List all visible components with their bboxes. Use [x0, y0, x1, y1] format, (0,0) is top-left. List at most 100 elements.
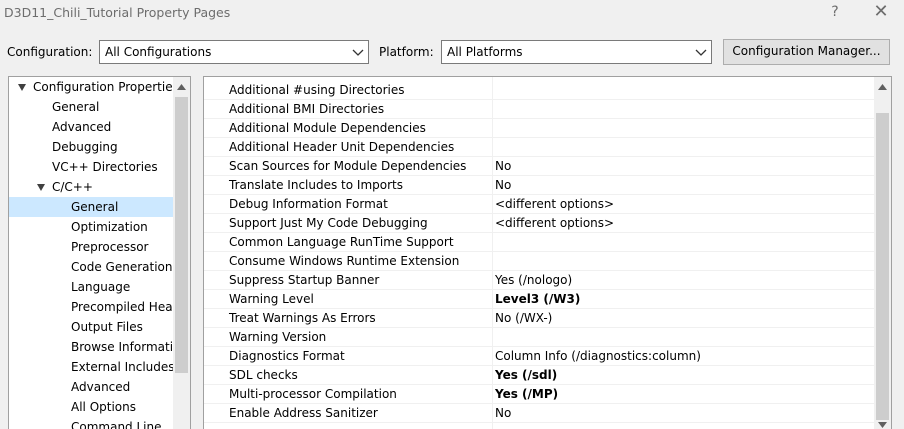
tree-scroll-thumb[interactable] — [175, 97, 188, 373]
property-row[interactable]: Additional BMI Directories — [204, 100, 876, 119]
tree-item-label: Configuration Properties — [33, 80, 175, 94]
property-name: Scan Sources for Module Dependencies — [229, 159, 467, 173]
property-value[interactable]: <different options> — [495, 197, 614, 211]
property-name: Translate Includes to Imports — [229, 178, 403, 192]
expand-arrow-icon[interactable] — [37, 184, 45, 191]
tree-item[interactable]: All Options — [9, 397, 175, 417]
tree-item[interactable]: Advanced — [9, 117, 175, 137]
tree-item-label: General — [52, 100, 100, 114]
property-row[interactable]: Suppress Startup Banner Yes (/nologo) — [204, 271, 876, 290]
property-name: Support Just My Code Debugging — [229, 216, 428, 230]
close-button[interactable]: ✕ — [866, 2, 896, 24]
property-name: Consume Windows Runtime Extension — [229, 254, 460, 268]
property-row[interactable]: Additional Header Unit Dependencies — [204, 138, 876, 157]
property-name: Additional Module Dependencies — [229, 121, 426, 135]
configuration-toolbar: Configuration: All Configurations Platfo… — [0, 38, 904, 66]
property-row[interactable]: Treat Warnings As Errors No (/WX-) — [204, 309, 876, 328]
platform-dropdown[interactable]: All Platforms — [441, 40, 712, 64]
tree-item[interactable]: Optimization — [9, 217, 175, 237]
expand-arrow-icon[interactable] — [18, 84, 26, 91]
tree-item[interactable]: Advanced — [9, 377, 175, 397]
tree-item[interactable]: General — [9, 97, 175, 117]
property-row[interactable]: Scan Sources for Module Dependencies No — [204, 157, 876, 176]
property-value[interactable]: No — [495, 159, 511, 173]
platform-label: Platform: — [379, 45, 434, 59]
property-row[interactable]: Warning Level Level3 (/W3) — [204, 290, 876, 309]
property-tree: Configuration Properties General Advanced D… — [8, 76, 191, 429]
tree-item-label: Code Generation — [71, 260, 173, 274]
property-row[interactable]: Enable Address Sanitizer No — [204, 404, 876, 423]
property-name: Warning Level — [229, 292, 314, 306]
scroll-up-icon[interactable] — [878, 84, 887, 90]
tree-item[interactable]: Preprocessor — [9, 237, 175, 257]
tree-item[interactable]: C/C++ — [9, 177, 175, 197]
tree-item[interactable]: External Includes — [9, 357, 175, 377]
tree-item-label: General — [71, 200, 119, 214]
chevron-down-icon — [695, 49, 707, 56]
property-name: Multi-processor Compilation — [229, 387, 397, 401]
tree-item[interactable]: Output Files — [9, 317, 175, 337]
property-name: Enable Address Sanitizer — [229, 406, 378, 420]
tree-item-label: Advanced — [52, 120, 112, 134]
platform-value: All Platforms — [447, 45, 523, 59]
property-value[interactable]: Column Info (/diagnostics:column) — [495, 349, 701, 363]
property-value[interactable]: No — [495, 178, 511, 192]
chevron-down-icon — [352, 49, 364, 56]
property-name: Suppress Startup Banner — [229, 273, 380, 287]
property-name: Common Language RunTime Support — [229, 235, 454, 249]
tree-item-label: Language — [71, 280, 131, 294]
property-value[interactable]: Level3 (/W3) — [495, 292, 580, 306]
tree-item[interactable]: Browse Information — [9, 337, 175, 357]
property-row[interactable]: Debug Information Format <different optio… — [204, 195, 876, 214]
tree-item-label: Optimization — [71, 220, 148, 234]
property-name: Additional #using Directories — [229, 83, 405, 97]
configuration-label: Configuration: — [7, 45, 93, 59]
property-value[interactable]: Yes (/MP) — [495, 387, 558, 401]
help-button[interactable]: ? — [820, 2, 850, 24]
configuration-manager-button[interactable]: Configuration Manager... — [723, 39, 890, 65]
tree-item[interactable]: Configuration Properties — [9, 77, 175, 97]
property-name: Diagnostics Format — [229, 349, 345, 363]
tree-item-label: Browse Information — [71, 340, 175, 354]
property-row[interactable]: Additional #using Directories — [204, 81, 876, 100]
property-grid: Additional #using Directories Additional … — [203, 76, 892, 429]
property-value[interactable]: No (/WX-) — [495, 311, 552, 325]
scroll-down-icon[interactable] — [878, 422, 887, 428]
property-value[interactable]: Yes (/nologo) — [495, 273, 572, 287]
tree-item[interactable]: General — [9, 197, 175, 217]
tree-item[interactable]: VC++ Directories — [9, 157, 175, 177]
scroll-up-icon[interactable] — [177, 84, 186, 90]
configuration-dropdown[interactable]: All Configurations — [99, 40, 369, 64]
property-row[interactable]: Support Just My Code Debugging <different… — [204, 214, 876, 233]
tree-item[interactable]: Debugging — [9, 137, 175, 157]
property-row[interactable]: Common Language RunTime Support — [204, 233, 876, 252]
property-name: Debug Information Format — [229, 197, 388, 211]
tree-scrollbar[interactable] — [173, 77, 190, 429]
property-value[interactable]: <different options> — [495, 216, 614, 230]
window-title: D3D11_Chili_Tutorial Property Pages — [4, 5, 231, 20]
grid-scroll-thumb[interactable] — [876, 113, 889, 420]
property-value[interactable]: No — [495, 406, 511, 420]
property-row[interactable]: Warning Version — [204, 328, 876, 347]
tree-item-label: Advanced — [71, 380, 131, 394]
property-row[interactable]: Translate Includes to Imports No — [204, 176, 876, 195]
property-row[interactable]: Consume Windows Runtime Extension — [204, 252, 876, 271]
property-name: SDL checks — [229, 368, 298, 382]
property-name: Additional Header Unit Dependencies — [229, 140, 455, 154]
property-row[interactable]: Diagnostics Format Column Info (/diagnost… — [204, 347, 876, 366]
tree-item[interactable]: Precompiled Headers — [9, 297, 175, 317]
grid-scrollbar[interactable] — [874, 77, 891, 429]
tree-item-label: VC++ Directories — [52, 160, 158, 174]
property-name: Additional BMI Directories — [229, 102, 385, 116]
tree-item[interactable]: Command Line — [9, 417, 175, 429]
tree-item-label: Precompiled Headers — [71, 300, 175, 314]
property-row[interactable]: SDL checks Yes (/sdl) — [204, 366, 876, 385]
property-value[interactable]: Yes (/sdl) — [495, 368, 557, 382]
property-name: Warning Version — [229, 330, 327, 344]
tree-item[interactable]: Code Generation — [9, 257, 175, 277]
tree-item-label: Command Line — [71, 420, 162, 429]
tree-item[interactable]: Language — [9, 277, 175, 297]
tree-item-label: Preprocessor — [71, 240, 149, 254]
property-row[interactable]: Multi-processor Compilation Yes (/MP) — [204, 385, 876, 404]
property-row[interactable]: Additional Module Dependencies — [204, 119, 876, 138]
